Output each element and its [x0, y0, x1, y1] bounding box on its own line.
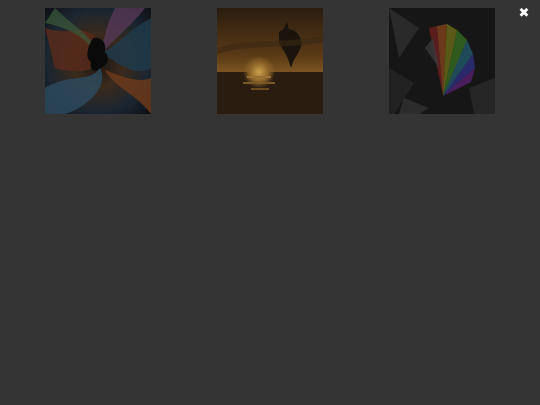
close-icon[interactable]: ✖	[516, 6, 532, 22]
thumbnail-rainbow-fan[interactable]	[389, 8, 495, 114]
swirl-dolphin-image	[45, 8, 151, 114]
rainbow-fan-image	[389, 8, 495, 114]
gallery-overlay: ✖	[0, 0, 540, 405]
thumbnail-sunset-dolphin[interactable]	[217, 8, 323, 114]
sunset-dolphin-image	[217, 8, 323, 114]
thumbnail-swirl-dolphin[interactable]	[45, 8, 151, 114]
